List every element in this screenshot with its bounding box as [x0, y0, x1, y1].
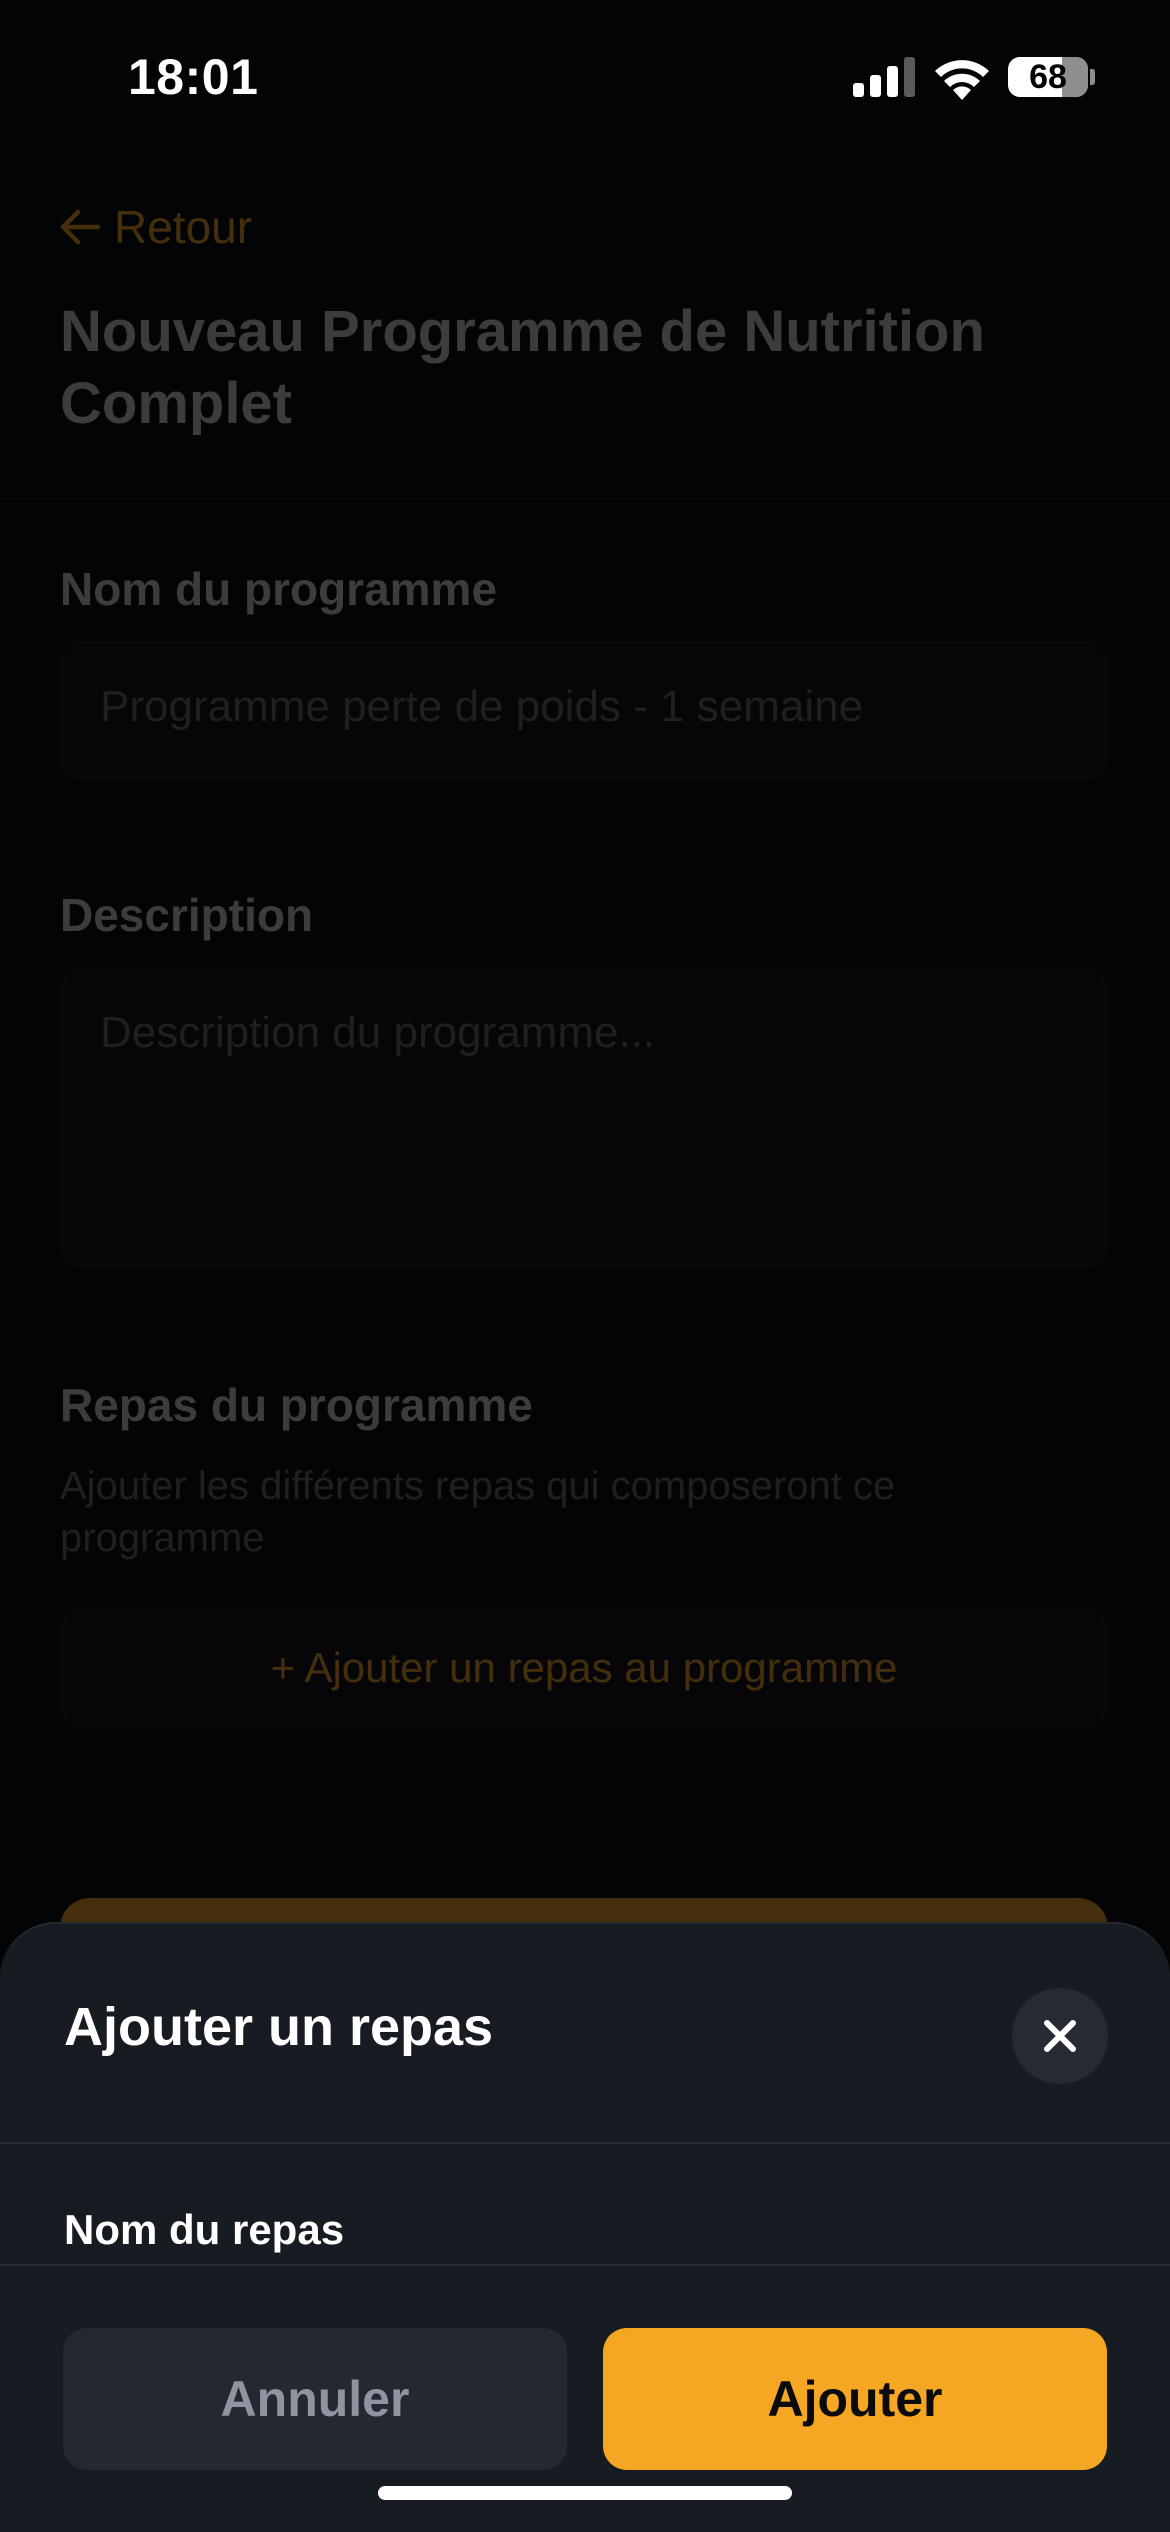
meal-name-label: Nom du repas — [64, 2206, 345, 2253]
add-meal-sheet: Ajouter un repas Nom du repas Annuler Aj… — [0, 1922, 1170, 2532]
add-button[interactable]: Ajouter — [603, 2328, 1107, 2470]
close-sheet-button[interactable] — [1012, 1988, 1108, 2084]
sheet-footer-divider — [0, 2264, 1170, 2266]
back-label: Retour — [114, 201, 253, 253]
close-icon — [1044, 2020, 1076, 2052]
wifi-icon — [935, 60, 989, 100]
home-indicator[interactable] — [378, 2486, 792, 2500]
battery-tip — [1090, 69, 1095, 85]
page-title: Nouveau Programme de Nutrition Complet — [60, 299, 985, 436]
battery-level-text: 68 — [1029, 58, 1067, 96]
add-meal-to-program-button[interactable]: + Ajouter un repas au programme — [60, 1608, 1108, 1728]
description-label: Description — [60, 889, 314, 941]
program-name-label: Nom du programme — [60, 563, 498, 615]
arrow-left-icon — [60, 209, 100, 245]
screen: 18:01 68 Retour Nouveau Programme de Nut… — [0, 0, 1170, 2532]
cancel-button[interactable]: Annuler — [63, 2328, 567, 2470]
sheet-header-divider — [0, 2142, 1170, 2144]
meals-section-title: Repas du programme — [60, 1379, 533, 1431]
description-textarea[interactable]: Description du programme... — [60, 968, 1108, 1268]
cellular-signal-icon — [853, 57, 915, 97]
sheet-title: Ajouter un repas — [64, 1997, 494, 2057]
program-name-input[interactable]: Programme perte de poids - 1 semaine — [60, 642, 1108, 780]
status-time: 18:01 — [128, 49, 259, 105]
battery-icon: 68 — [1008, 57, 1088, 97]
header-divider — [0, 498, 1170, 500]
meals-section-subtitle: Ajouter les différents repas qui compose… — [60, 1464, 896, 1560]
back-button[interactable]: Retour — [60, 200, 252, 254]
